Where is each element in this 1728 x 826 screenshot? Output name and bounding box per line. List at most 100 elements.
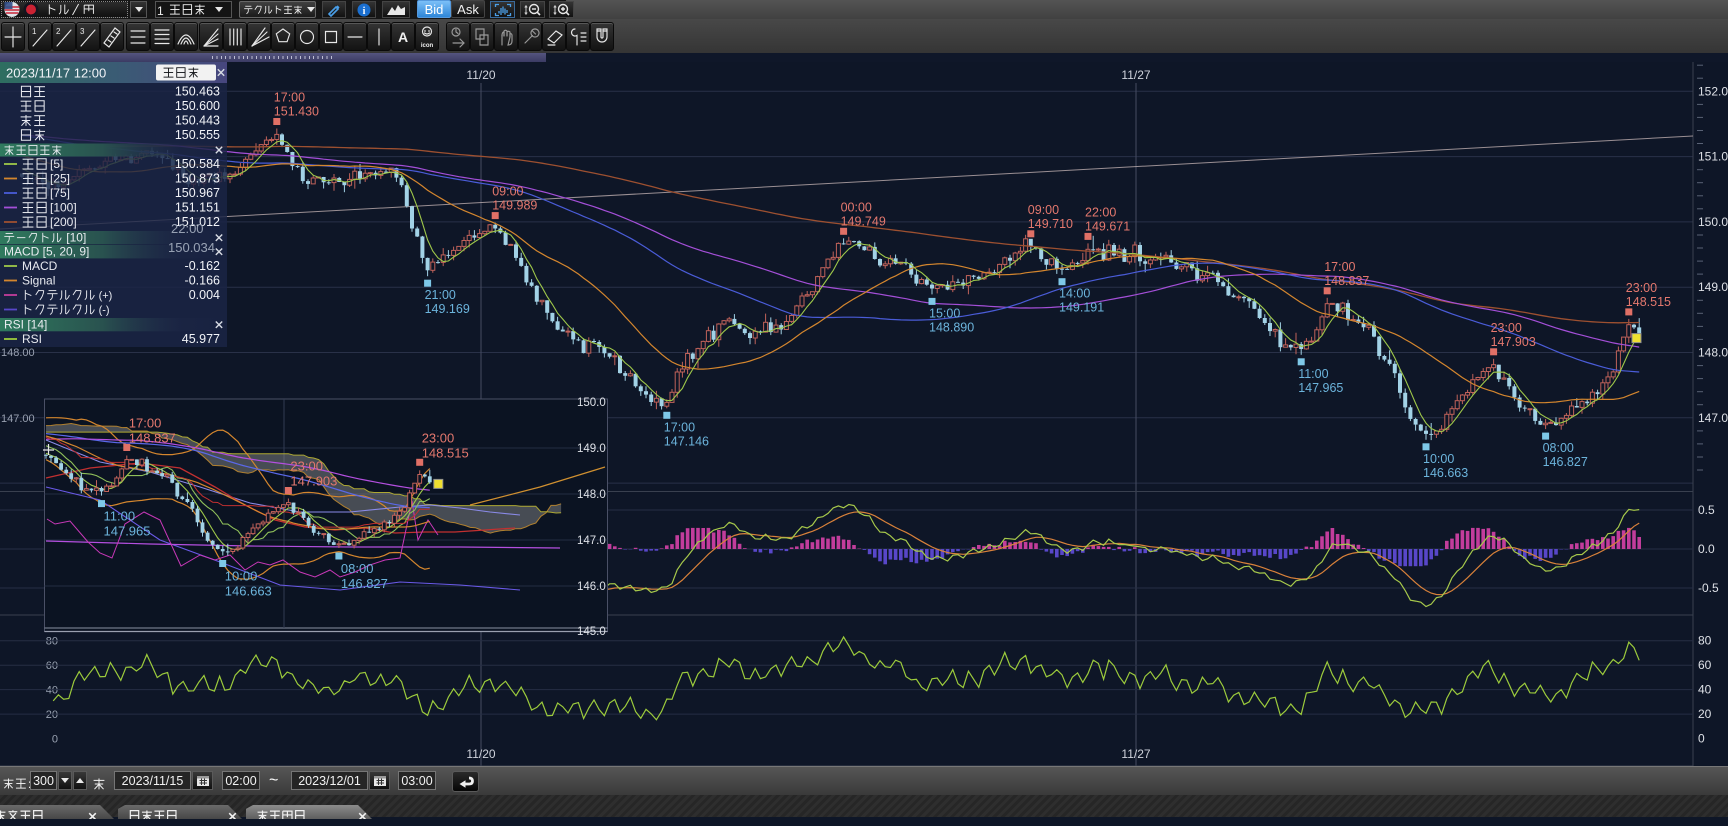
svg-text:0: 0 bbox=[52, 734, 58, 746]
svg-text:10:00: 10:00 bbox=[1423, 452, 1454, 466]
svg-text:149.0: 149.0 bbox=[1698, 280, 1728, 294]
svg-text:11/20: 11/20 bbox=[466, 747, 495, 761]
svg-text:[25]: [25] bbox=[50, 172, 70, 186]
svg-text:147.903: 147.903 bbox=[1491, 335, 1536, 349]
svg-text:150.967: 150.967 bbox=[175, 186, 220, 200]
svg-text:150.034: 150.034 bbox=[168, 240, 215, 255]
svg-text:22:00: 22:00 bbox=[171, 221, 204, 236]
svg-text:146.827: 146.827 bbox=[1543, 455, 1588, 469]
svg-text:RSI [14]: RSI [14] bbox=[4, 318, 47, 332]
svg-text:149.191: 149.191 bbox=[1059, 301, 1104, 315]
svg-text:20: 20 bbox=[1698, 707, 1712, 721]
svg-text:147.0: 147.0 bbox=[577, 535, 606, 547]
svg-text:11/27: 11/27 bbox=[1121, 68, 1150, 82]
svg-text:11:00: 11:00 bbox=[1298, 367, 1328, 381]
svg-text:45.977: 45.977 bbox=[182, 332, 220, 346]
svg-text:147.965: 147.965 bbox=[104, 524, 151, 539]
svg-text:152.0: 152.0 bbox=[1698, 84, 1728, 98]
svg-text:148.515: 148.515 bbox=[1626, 295, 1671, 309]
svg-text:17:00: 17:00 bbox=[1324, 260, 1355, 274]
svg-text:0: 0 bbox=[1698, 732, 1705, 746]
svg-text:-0.5: -0.5 bbox=[1698, 581, 1719, 595]
svg-text:148.0: 148.0 bbox=[577, 489, 606, 501]
svg-text:0.0: 0.0 bbox=[1698, 542, 1715, 556]
svg-text:[200]: [200] bbox=[50, 215, 77, 229]
svg-text:148.00: 148.00 bbox=[1, 347, 35, 359]
svg-text:149.169: 149.169 bbox=[425, 302, 470, 316]
svg-text:150.443: 150.443 bbox=[175, 114, 220, 128]
svg-text:60: 60 bbox=[46, 660, 58, 672]
svg-text:A: A bbox=[398, 29, 408, 45]
svg-text:146.827: 146.827 bbox=[341, 576, 388, 591]
svg-text:80: 80 bbox=[1698, 634, 1712, 648]
svg-text:08:00: 08:00 bbox=[341, 561, 374, 576]
svg-text:23:00: 23:00 bbox=[1626, 281, 1657, 295]
svg-text:1: 1 bbox=[32, 27, 37, 36]
svg-text:1: 1 bbox=[157, 4, 164, 17]
svg-text:23:00: 23:00 bbox=[1491, 321, 1522, 335]
svg-text:11/27: 11/27 bbox=[1121, 747, 1150, 761]
svg-text:147.965: 147.965 bbox=[1298, 381, 1343, 395]
svg-text:146.663: 146.663 bbox=[225, 584, 272, 599]
svg-text:[100]: [100] bbox=[50, 201, 77, 215]
svg-text:10:00: 10:00 bbox=[225, 569, 258, 584]
svg-text:146.0: 146.0 bbox=[577, 581, 606, 593]
svg-text:148.890: 148.890 bbox=[929, 320, 974, 334]
svg-text:2023/11/17 12:00: 2023/11/17 12:00 bbox=[6, 66, 106, 81]
svg-text:15:00: 15:00 bbox=[929, 306, 960, 320]
svg-text:MACD [5, 20, 9]: MACD [5, 20, 9] bbox=[4, 245, 89, 259]
svg-text:17:00: 17:00 bbox=[664, 420, 695, 434]
svg-text:147.903: 147.903 bbox=[290, 474, 337, 489]
svg-text:17:00: 17:00 bbox=[274, 91, 305, 105]
svg-text:[75]: [75] bbox=[50, 186, 70, 200]
svg-text:148.837: 148.837 bbox=[129, 431, 176, 446]
svg-text:[10]: [10] bbox=[66, 231, 86, 245]
svg-text:(+): (+) bbox=[99, 290, 113, 302]
svg-text:21:00: 21:00 bbox=[425, 288, 456, 302]
svg-text:2: 2 bbox=[56, 27, 61, 36]
svg-text:150.0: 150.0 bbox=[577, 397, 606, 409]
svg-text:00:00: 00:00 bbox=[841, 200, 872, 214]
svg-text:148.0: 148.0 bbox=[1698, 346, 1728, 360]
svg-text:14:00: 14:00 bbox=[1059, 287, 1090, 301]
svg-text:i: i bbox=[363, 6, 366, 17]
svg-text:80: 80 bbox=[46, 636, 58, 648]
svg-text:-0.166: -0.166 bbox=[185, 274, 220, 288]
svg-text:11/20: 11/20 bbox=[466, 68, 495, 82]
svg-text:149.989: 149.989 bbox=[492, 199, 537, 213]
svg-text:150.873: 150.873 bbox=[175, 172, 220, 186]
svg-text:151.0: 151.0 bbox=[1698, 150, 1728, 164]
svg-text:149.671: 149.671 bbox=[1085, 219, 1130, 233]
svg-text:149.0: 149.0 bbox=[577, 443, 606, 455]
svg-text:149.710: 149.710 bbox=[1028, 217, 1073, 231]
svg-text:17:00: 17:00 bbox=[129, 416, 162, 431]
svg-text:148.837: 148.837 bbox=[1324, 274, 1369, 288]
svg-text:150.584: 150.584 bbox=[175, 157, 220, 171]
svg-text:-0.162: -0.162 bbox=[185, 259, 220, 273]
svg-text:150.555: 150.555 bbox=[175, 128, 220, 142]
svg-text:151.430: 151.430 bbox=[274, 105, 319, 119]
svg-text:icon: icon bbox=[421, 43, 434, 49]
svg-text:150.0: 150.0 bbox=[1698, 215, 1728, 229]
svg-text:22:00: 22:00 bbox=[1085, 205, 1116, 219]
svg-text:Signal: Signal bbox=[22, 274, 55, 288]
svg-text:149.749: 149.749 bbox=[841, 214, 886, 228]
svg-text:147.0: 147.0 bbox=[1698, 411, 1728, 425]
svg-text:40: 40 bbox=[46, 685, 58, 697]
svg-text:0.004: 0.004 bbox=[189, 288, 220, 302]
svg-text:40: 40 bbox=[1698, 683, 1712, 697]
svg-text:148.515: 148.515 bbox=[422, 445, 469, 460]
svg-text:147.00: 147.00 bbox=[1, 413, 35, 425]
svg-text:60: 60 bbox=[1698, 658, 1712, 672]
svg-text:150.463: 150.463 bbox=[175, 85, 220, 99]
svg-text:08:00: 08:00 bbox=[1543, 441, 1574, 455]
svg-text:0.5: 0.5 bbox=[1698, 503, 1715, 517]
svg-text:(-): (-) bbox=[99, 305, 110, 317]
svg-text:3: 3 bbox=[80, 27, 85, 36]
svg-text:09:00: 09:00 bbox=[492, 185, 523, 199]
svg-text:09:00: 09:00 bbox=[1028, 203, 1059, 217]
svg-text:11:00: 11:00 bbox=[104, 509, 136, 524]
svg-text:150.600: 150.600 bbox=[175, 99, 220, 113]
svg-text:20: 20 bbox=[46, 709, 58, 721]
svg-text:151.151: 151.151 bbox=[175, 201, 220, 215]
